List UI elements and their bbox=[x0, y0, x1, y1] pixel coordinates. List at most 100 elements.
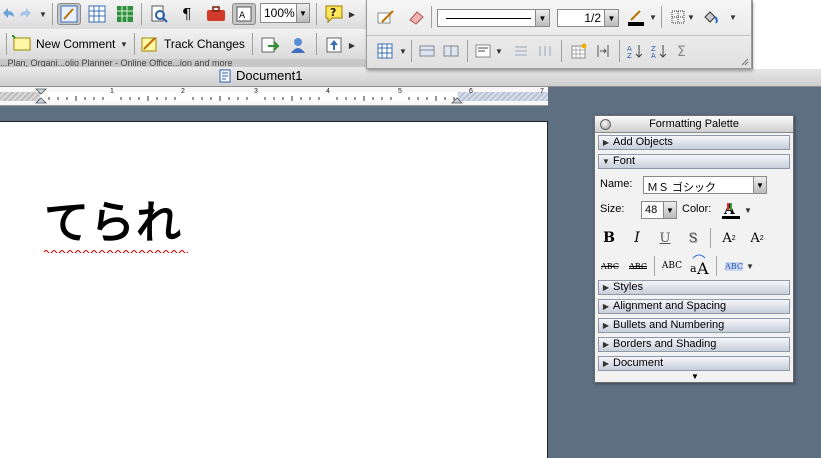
section-document[interactable]: ▶ Document bbox=[598, 356, 790, 371]
tab-strip-text: ...Plan, Organi...olio Planner - Online … bbox=[0, 59, 233, 67]
ruler-number: 2 bbox=[181, 88, 185, 95]
drawing-toolbar-icon[interactable] bbox=[57, 3, 81, 25]
borders-menu-icon[interactable]: ▼ bbox=[687, 6, 695, 28]
bold-button[interactable]: B bbox=[599, 228, 619, 248]
highlight-menu-icon[interactable]: ▼ bbox=[745, 256, 755, 276]
border-color-menu-icon[interactable]: ▼ bbox=[649, 6, 657, 28]
help-icon[interactable]: ? bbox=[322, 3, 346, 25]
document-map-icon[interactable] bbox=[322, 34, 346, 56]
strikethrough-button[interactable]: ABC bbox=[599, 256, 621, 276]
formatting-palette-icon[interactable]: A bbox=[232, 3, 256, 25]
svg-text:Σ: Σ bbox=[677, 44, 686, 59]
line-weight-dropdown-icon[interactable]: ▼ bbox=[604, 10, 618, 26]
section-alignment-spacing[interactable]: ▶ Alignment and Spacing bbox=[598, 299, 790, 314]
new-comment-label: New Comment bbox=[36, 37, 116, 51]
svg-text:Z: Z bbox=[627, 52, 632, 59]
font-color-icon: A bbox=[722, 202, 740, 219]
font-color-button[interactable]: A bbox=[721, 200, 741, 220]
font-name-select[interactable]: ＭＳ ゴシック ▼ bbox=[643, 176, 767, 194]
draw-table-icon[interactable] bbox=[375, 6, 397, 28]
table-autoformat-icon[interactable] bbox=[569, 40, 589, 62]
section-label: Borders and Shading bbox=[613, 338, 717, 350]
font-name-dropdown-icon[interactable]: ▼ bbox=[753, 177, 766, 193]
font-name-label: Name: bbox=[600, 178, 633, 190]
expand-arrow-icon: ▶ bbox=[602, 340, 610, 349]
new-comment-button[interactable]: New Comment bbox=[12, 34, 115, 54]
redo-icon[interactable] bbox=[16, 3, 38, 25]
toolbox-icon[interactable] bbox=[203, 3, 229, 25]
show-hide-icon[interactable]: ¶ bbox=[175, 3, 199, 25]
undo-icon[interactable] bbox=[2, 3, 16, 25]
section-add-objects[interactable]: ▶ Add Objects bbox=[598, 135, 790, 150]
subscript-button[interactable]: A2 bbox=[747, 228, 767, 248]
accept-change-icon[interactable] bbox=[258, 34, 282, 56]
comment-menu-icon[interactable]: ▼ bbox=[119, 34, 129, 54]
svg-text:A: A bbox=[239, 11, 246, 21]
small-caps-button[interactable]: ABC bbox=[661, 256, 683, 276]
sort-descending-icon[interactable]: ZA bbox=[649, 40, 669, 62]
desktop-background bbox=[548, 87, 821, 105]
distribute-rows-icon[interactable] bbox=[511, 40, 531, 62]
floating-drawing-toolbar: ▼ 1/2 ▼ ▼ ▼ ▼ ▼ ▼ A Z Z A Σ bbox=[366, 0, 752, 69]
insert-table-menu-icon[interactable]: ▼ bbox=[399, 40, 407, 62]
reviewer-icon[interactable] bbox=[286, 34, 310, 56]
reviewing-overflow-icon[interactable]: ▶ bbox=[347, 34, 357, 56]
palette-title: Formatting Palette bbox=[649, 118, 739, 130]
svg-text:A: A bbox=[696, 259, 709, 276]
zoom-dropdown-icon[interactable]: ▼ bbox=[296, 4, 309, 22]
ruler-number: 4 bbox=[326, 88, 330, 95]
section-borders-shading[interactable]: ▶ Borders and Shading bbox=[598, 337, 790, 352]
autofit-icon[interactable] bbox=[593, 40, 613, 62]
change-case-icon[interactable]: aA bbox=[689, 252, 711, 276]
sort-ascending-icon[interactable]: AZ bbox=[625, 40, 645, 62]
line-style-select[interactable]: ▼ bbox=[437, 9, 550, 27]
tables-icon[interactable] bbox=[85, 3, 109, 25]
border-color-icon[interactable] bbox=[625, 6, 647, 28]
document-title-bar: Document1 bbox=[0, 67, 821, 87]
document-page[interactable]: てられ bbox=[0, 121, 548, 458]
horizontal-ruler[interactable]: 1 2 3 4 5 6 7 bbox=[0, 87, 548, 106]
section-font[interactable]: ▼ Font bbox=[598, 154, 790, 169]
split-cells-icon[interactable] bbox=[441, 40, 461, 62]
zoom-select[interactable]: 100% ▼ bbox=[260, 3, 310, 23]
scroll-down-icon[interactable]: ▼ bbox=[691, 372, 699, 381]
redo-menu-icon[interactable]: ▼ bbox=[38, 3, 48, 25]
section-styles[interactable]: ▶ Styles bbox=[598, 280, 790, 295]
first-line-indent-marker bbox=[35, 88, 47, 95]
track-changes-button[interactable]: Track Changes bbox=[140, 34, 245, 54]
distribute-columns-icon[interactable] bbox=[535, 40, 555, 62]
double-strikethrough-button[interactable]: ABC bbox=[627, 256, 649, 276]
line-weight-select[interactable]: 1/2 ▼ bbox=[557, 9, 619, 27]
excel-sheet-icon[interactable] bbox=[113, 3, 137, 25]
align-cell-menu-icon[interactable]: ▼ bbox=[495, 40, 503, 62]
merge-cells-icon[interactable] bbox=[417, 40, 437, 62]
superscript-button[interactable]: A2 bbox=[719, 228, 739, 248]
autosum-icon[interactable]: Σ bbox=[673, 40, 693, 62]
shading-icon[interactable] bbox=[700, 6, 720, 28]
underline-button[interactable]: U bbox=[655, 228, 675, 248]
borders-icon[interactable] bbox=[669, 6, 687, 28]
shading-menu-icon[interactable]: ▼ bbox=[729, 6, 737, 28]
align-cell-icon[interactable] bbox=[473, 40, 493, 62]
palette-title-bar[interactable]: Formatting Palette bbox=[595, 116, 793, 133]
eraser-icon[interactable] bbox=[405, 6, 427, 28]
font-color-menu-icon[interactable]: ▼ bbox=[743, 200, 753, 220]
shadow-button[interactable]: S bbox=[683, 228, 703, 248]
svg-text:a: a bbox=[690, 262, 697, 275]
print-preview-icon[interactable] bbox=[147, 3, 171, 25]
document-body-text[interactable]: てられ bbox=[44, 200, 182, 245]
line-style-dropdown-icon[interactable]: ▼ bbox=[535, 10, 549, 26]
window-background bbox=[752, 0, 821, 69]
font-size-dropdown-icon[interactable]: ▼ bbox=[663, 202, 676, 218]
close-icon[interactable] bbox=[600, 119, 611, 130]
italic-button[interactable]: I bbox=[627, 228, 647, 248]
svg-text:?: ? bbox=[330, 6, 336, 19]
insert-table-icon[interactable] bbox=[375, 40, 395, 62]
expand-arrow-icon: ▶ bbox=[602, 283, 610, 292]
section-label: Alignment and Spacing bbox=[613, 300, 727, 312]
font-size-select[interactable]: 48 ▼ bbox=[641, 201, 677, 219]
resize-grip-icon[interactable] bbox=[741, 58, 749, 66]
toolbar-overflow-icon[interactable]: ▶ bbox=[347, 3, 357, 25]
section-bullets-numbering[interactable]: ▶ Bullets and Numbering bbox=[598, 318, 790, 333]
highlight-button[interactable]: ABC bbox=[723, 256, 745, 276]
